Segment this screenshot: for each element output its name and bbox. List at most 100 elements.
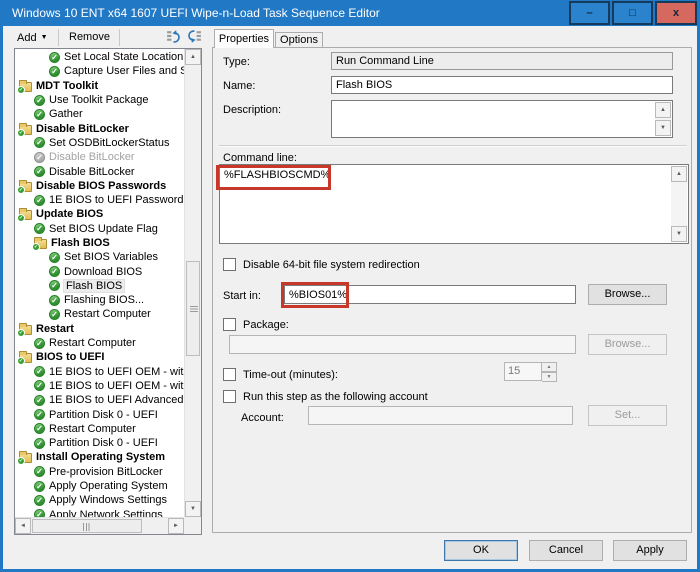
tree-vertical-scrollbar[interactable]: ▲ ▼ [184,49,201,517]
tree-item[interactable]: ✓ Restart [15,322,184,336]
tree-item[interactable]: ✓ Set OSDBitLockerStatus [15,136,184,150]
set-button-label: Set... [614,409,641,421]
tree-item[interactable]: ✓ Flash BIOS [15,278,184,293]
description-scrollbar[interactable]: ▲ ▼ [655,102,671,136]
minimize-button[interactable]: – [569,1,610,25]
account-input [308,406,573,425]
tree-item[interactable]: ✓ Capture User Files and Sett [15,64,184,78]
tree-item[interactable]: ✓ Restart Computer [15,336,184,350]
ok-button[interactable]: OK [444,540,518,561]
tree-item[interactable]: ✓ Pre-provision BitLocker [15,465,184,479]
command-line-scrollbar[interactable]: ▲ ▼ [671,166,687,242]
timeout-checkbox[interactable] [223,368,236,381]
tree-item-label: Flash BIOS [51,237,110,249]
description-input[interactable]: ▲ ▼ [331,100,673,138]
tree-item[interactable]: ✓ Disable BitLocker [15,164,184,178]
tree-item-label: Set BIOS Update Flag [49,222,158,235]
tree-item-label: Apply Operating System [49,480,168,493]
scroll-left-icon[interactable]: ◄ [15,518,31,534]
cancel-button[interactable]: Cancel [529,540,603,561]
start-in-input[interactable] [284,285,576,304]
scroll-right-icon[interactable]: ► [168,518,184,534]
step-check-icon: ✓ [34,94,45,106]
tree-horizontal-scrollbar[interactable]: ◄ ► [15,517,184,534]
timeout-spinner: 15 ▲ ▼ [504,362,557,382]
close-button[interactable]: x [655,1,697,25]
tree-item[interactable]: ✓ Apply Network Settings [15,508,184,517]
tree-item[interactable]: ✓ Install Operating System [15,450,184,465]
tree-item[interactable]: ✓ Apply Windows Settings [15,493,184,507]
tree-item[interactable]: ✓ Set BIOS Update Flag [15,222,184,236]
tree-item[interactable]: ✓ Restart Computer [15,422,184,436]
toolbar-separator [58,29,59,46]
tree-item-label: MDT Toolkit [36,79,99,92]
titlebar: Windows 10 ENT x64 1607 UEFI Wipe-n-Load… [0,0,700,26]
tree-item[interactable]: ✓ Use Toolkit Package [15,93,184,107]
tree-item[interactable]: ✓ Disable BIOS Passwords [15,179,184,193]
tree-item[interactable]: ✓ Apply Operating System [15,479,184,493]
run-as-account-checkbox[interactable] [223,390,236,403]
browse-button-label: Browse... [604,288,651,300]
group-folder-icon: ✓ [17,351,32,365]
tree-item[interactable]: ✓ Flashing BIOS... [15,293,184,307]
tree-item[interactable]: ✓ BIOS to UEFI [15,350,184,365]
tree-item[interactable]: ✓ Gather [15,107,184,121]
tree-item[interactable]: ✓ 1E BIOS to UEFI Advanced Se [15,393,184,407]
tree-item[interactable]: ✓ Partition Disk 0 - UEFI [15,407,184,421]
tab-options[interactable]: Options [275,32,323,48]
folder-check-badge-icon: ✓ [17,328,25,336]
spinner-up-icon[interactable]: ▲ [542,362,557,372]
task-sequence-editor-window: Windows 10 ENT x64 1607 UEFI Wipe-n-Load… [0,0,700,572]
section-separator [219,145,687,147]
command-line-input[interactable]: %FLASHBIOSCMD% ▲ ▼ [219,164,689,244]
move-down-button[interactable] [186,28,205,47]
vertical-scroll-thumb[interactable] [186,261,200,356]
close-icon: x [672,7,680,19]
tree-item-label: Restart [36,322,74,335]
tree-item[interactable]: ✓ Set BIOS Variables [15,250,184,264]
tab-properties[interactable]: Properties [214,29,274,48]
tree-item-label: Restart Computer [49,422,136,435]
remove-button[interactable]: Remove [63,28,116,47]
tree-item-label: Set Local State Location [64,51,184,64]
tree-item-label: Gather [49,108,83,121]
tree-item[interactable]: ✓ Partition Disk 0 - UEFI [15,436,184,450]
tree-item-label: Pre-provision BitLocker [49,465,163,478]
tree-item[interactable]: ✓ Disable BitLocker [15,150,184,164]
spinner-down-icon[interactable]: ▼ [542,372,557,382]
package-checkbox[interactable] [223,318,236,331]
tree-item[interactable]: ✓ 1E BIOS to UEFI OEM - with S [15,365,184,379]
step-check-icon: ✓ [34,108,45,120]
tree-item-label: 1E BIOS to UEFI OEM - with S [49,365,184,378]
disable-64bit-checkbox[interactable] [223,258,236,271]
move-up-button[interactable] [165,28,184,47]
group-folder-icon: ✓ [17,208,32,222]
scroll-up-icon[interactable]: ▲ [185,49,201,65]
tree-item[interactable]: ✓ 1E BIOS to UEFI OEM - withou [15,379,184,393]
tree-item[interactable]: ✓ Download BIOS [15,264,184,278]
maximize-button[interactable]: □ [612,1,653,25]
tree-item[interactable]: ✓ MDT Toolkit [15,79,184,93]
start-in-browse-button[interactable]: Browse... [588,284,667,305]
scroll-up-icon[interactable]: ▲ [655,102,671,118]
step-check-icon: ✓ [34,480,45,492]
horizontal-scroll-thumb[interactable] [32,519,142,533]
add-button[interactable]: Add ▼ [11,28,54,47]
tree-item[interactable]: ✓ Flash BIOS [15,236,184,251]
tree-item[interactable]: ✓ Update BIOS [15,207,184,222]
folder-check-badge-icon: ✓ [17,357,25,365]
apply-button[interactable]: Apply [613,540,687,561]
scroll-down-icon[interactable]: ▼ [185,501,201,517]
tree-item-label: 1E BIOS to UEFI Password Set [49,194,184,207]
scroll-down-icon[interactable]: ▼ [655,120,671,136]
scroll-down-icon[interactable]: ▼ [671,226,687,242]
ok-button-label: OK [473,544,489,556]
step-check-icon: ✓ [34,166,45,178]
tree-item[interactable]: ✓ Set Local State Location [15,50,184,64]
name-input[interactable] [331,76,673,94]
tree-item-label: Partition Disk 0 - UEFI [49,437,158,450]
tree-item[interactable]: ✓ Disable BitLocker [15,121,184,136]
tree-item[interactable]: ✓ Restart Computer [15,307,184,321]
scroll-up-icon[interactable]: ▲ [671,166,687,182]
tree-item[interactable]: ✓ 1E BIOS to UEFI Password Set [15,193,184,207]
